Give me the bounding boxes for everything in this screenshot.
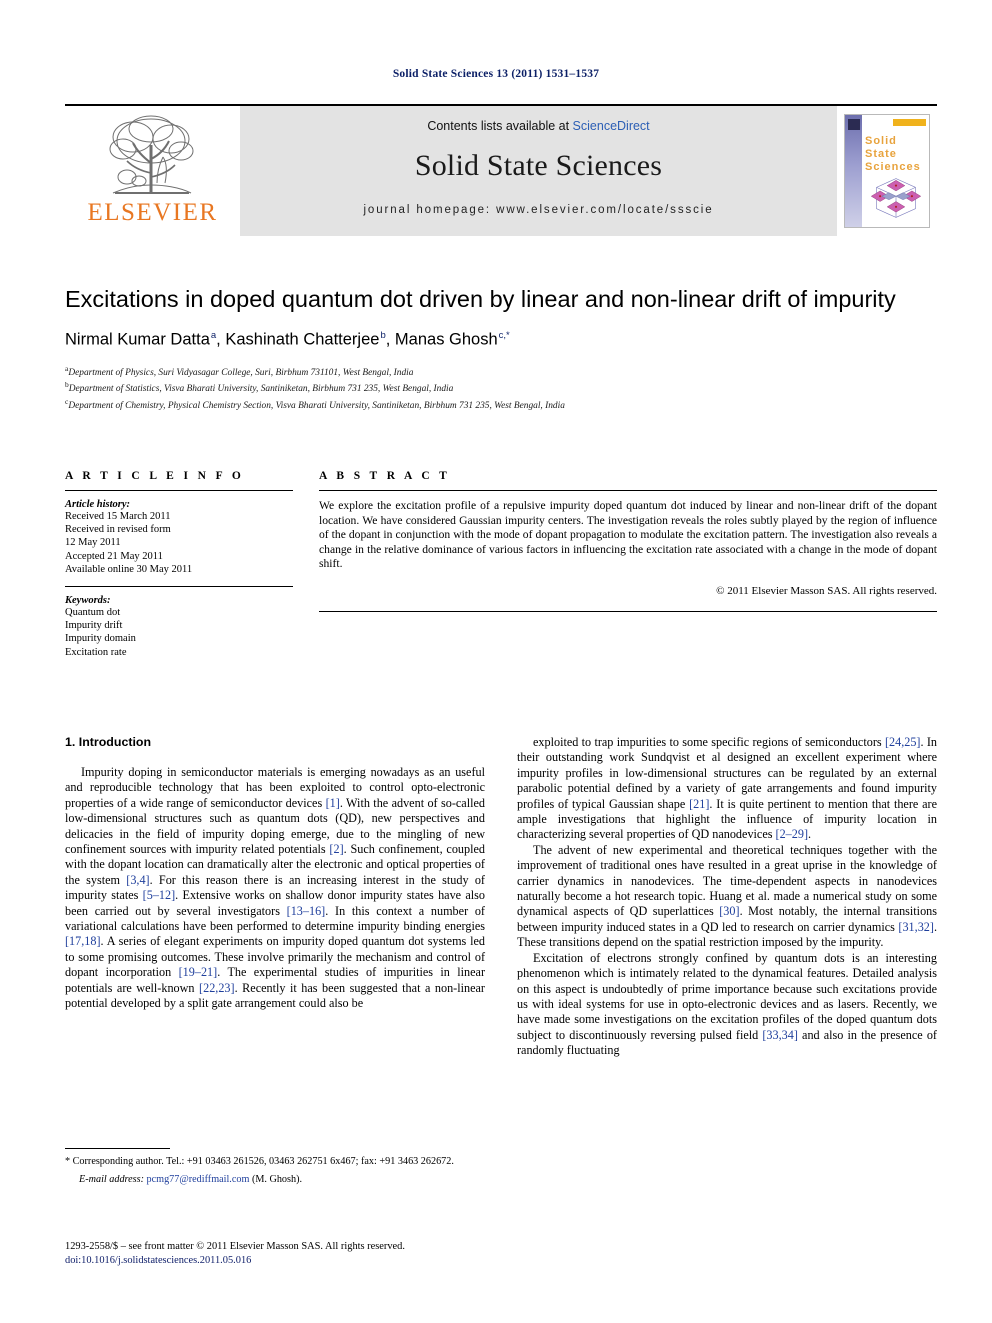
keyword-item: Impurity domain bbox=[65, 633, 136, 645]
author-list: Nirmal Kumar Dattaa, Kashinath Chatterje… bbox=[65, 330, 510, 349]
keyword-item: Excitation rate bbox=[65, 646, 127, 658]
article-history-item: Received in revised form bbox=[65, 524, 171, 536]
keyword-item: Quantum dot bbox=[65, 607, 121, 619]
journal-cover-thumbnail: Solid State Sciences bbox=[844, 114, 930, 228]
citation-reference[interactable]: [13–16] bbox=[287, 904, 326, 918]
body-paragraph: exploited to trap impurities to some spe… bbox=[517, 735, 938, 842]
doi-link[interactable]: doi:10.1016/j.solidstatesciences.2011.05… bbox=[65, 1254, 535, 1268]
citation-reference[interactable]: [22,23] bbox=[199, 981, 235, 995]
article-history-item: Available online 30 May 2011 bbox=[65, 563, 193, 575]
author-affiliation-marker: a bbox=[210, 330, 217, 341]
contents-available-line: Contents lists available at ScienceDirec… bbox=[240, 119, 837, 133]
article-history-label: Article history: bbox=[65, 499, 131, 510]
author-affiliation-marker: c,* bbox=[498, 330, 510, 341]
keywords-rule bbox=[65, 586, 293, 588]
section-heading-introduction: 1. Introduction bbox=[65, 735, 152, 749]
abstract-column: A B S T R A C T We explore the excitatio… bbox=[319, 470, 937, 659]
body-column-right: exploited to trap impurities to some spe… bbox=[517, 735, 937, 1059]
cover-badge bbox=[893, 119, 926, 126]
cover-title-line2: State bbox=[865, 148, 897, 160]
body-paragraph: Excitation of electrons strongly confine… bbox=[517, 950, 937, 1058]
email-note: E-mail address: pcmg77@rediffmail.com (M… bbox=[65, 1173, 485, 1186]
footnote-rule bbox=[65, 1148, 170, 1149]
abstract-text: We explore the excitation profile of a r… bbox=[319, 499, 937, 571]
article-info-heading: A R T I C L E I N F O bbox=[65, 470, 245, 482]
body-column-left: 1. Introduction Impurity doping in semic… bbox=[65, 735, 485, 1059]
affiliation-item: bDepartment of Statistics, Visva Bharati… bbox=[65, 379, 937, 396]
abstract-rule bbox=[319, 490, 937, 491]
cover-title-line3: Sciences bbox=[865, 161, 921, 173]
article-history-item: 12 May 2011 bbox=[65, 537, 121, 549]
elsevier-logo: ELSEVIER bbox=[65, 106, 240, 236]
journal-cover-cell: Solid State Sciences bbox=[837, 106, 937, 236]
article-info-rule bbox=[65, 490, 293, 491]
abstract-bottom-rule bbox=[319, 610, 937, 612]
crystal-structure-icon bbox=[870, 178, 922, 218]
banner-center: Contents lists available at ScienceDirec… bbox=[240, 106, 837, 236]
author-name: Kashinath Chatterjee bbox=[225, 330, 380, 349]
citation-reference[interactable]: [5–12] bbox=[143, 888, 176, 902]
affiliation-text: Department of Chemistry, Physical Chemis… bbox=[68, 401, 565, 412]
title-block: Excitations in doped quantum dot driven … bbox=[65, 284, 937, 413]
front-matter-line: 1293-2558/$ – see front matter © 2011 El… bbox=[65, 1241, 405, 1252]
author-name: Manas Ghosh bbox=[394, 330, 498, 349]
cover-title: Solid State Sciences bbox=[865, 135, 921, 174]
citation-reference[interactable]: [21] bbox=[689, 797, 709, 811]
affiliation-text: Department of Statistics, Visva Bharati … bbox=[68, 384, 454, 395]
running-head: Solid State Sciences 13 (2011) 1531–1537 bbox=[392, 68, 600, 80]
citation-reference[interactable]: [17,18] bbox=[65, 934, 101, 948]
elsevier-tree-icon bbox=[109, 115, 193, 194]
citation-reference[interactable]: [1] bbox=[326, 796, 340, 810]
sciencedirect-link[interactable]: ScienceDirect bbox=[573, 119, 650, 133]
citation-reference[interactable]: [24,25] bbox=[885, 735, 921, 749]
email-link[interactable]: pcmg77@rediffmail.com bbox=[147, 1174, 250, 1185]
info-abstract-region: A R T I C L E I N F O Article history: R… bbox=[65, 470, 937, 659]
citation-reference[interactable]: [33,34] bbox=[762, 1028, 798, 1042]
affiliation-text: Department of Physics, Suri Vidyasagar C… bbox=[68, 367, 414, 378]
affiliation-list: aDepartment of Physics, Suri Vidyasagar … bbox=[65, 363, 937, 413]
footnote-block: * Corresponding author. Tel.: +91 03463 … bbox=[65, 1148, 485, 1186]
article-history-item: Accepted 21 May 2011 bbox=[65, 550, 163, 562]
elsevier-wordmark: ELSEVIER bbox=[87, 199, 218, 226]
abstract-heading: A B S T R A C T bbox=[319, 470, 451, 482]
email-owner: (M. Ghosh). bbox=[251, 1174, 303, 1185]
contents-prefix: Contents lists available at bbox=[427, 119, 573, 133]
keywords-label: Keywords: bbox=[65, 595, 111, 607]
cover-elsevier-mark-icon bbox=[848, 119, 860, 130]
citation-reference[interactable]: [2] bbox=[329, 842, 343, 856]
abstract-copyright: © 2011 Elsevier Masson SAS. All rights r… bbox=[716, 584, 937, 597]
imprint-block: 1293-2558/$ – see front matter © 2011 El… bbox=[65, 1240, 535, 1267]
body-columns: 1. Introduction Impurity doping in semic… bbox=[65, 735, 937, 1059]
body-paragraph: Impurity doping in semiconductor materia… bbox=[65, 765, 486, 1011]
cover-spine bbox=[845, 115, 862, 227]
email-label: E-mail address: bbox=[79, 1174, 144, 1185]
journal-title: Solid State Sciences bbox=[414, 149, 663, 182]
body-paragraph: The advent of new experimental and theor… bbox=[517, 842, 937, 950]
corresponding-author-note: * Corresponding author. Tel.: +91 03463 … bbox=[65, 1156, 454, 1167]
article-history-item: Received 15 March 2011 bbox=[65, 511, 171, 522]
journal-banner: ELSEVIER Contents lists available at Sci… bbox=[65, 104, 937, 237]
author-affiliation-marker: b bbox=[380, 330, 386, 341]
citation-reference[interactable]: [3,4] bbox=[126, 873, 149, 887]
citation-reference[interactable]: [19–21] bbox=[179, 965, 218, 979]
affiliation-item: aDepartment of Physics, Suri Vidyasagar … bbox=[65, 363, 937, 380]
article-info-column: A R T I C L E I N F O Article history: R… bbox=[65, 470, 293, 659]
citation-reference[interactable]: [31,32] bbox=[898, 920, 934, 934]
author-name: Nirmal Kumar Datta bbox=[65, 330, 210, 349]
affiliation-item: cDepartment of Chemistry, Physical Chemi… bbox=[65, 396, 937, 413]
article-title: Excitations in doped quantum dot driven … bbox=[65, 286, 896, 312]
article-page: Solid State Sciences 13 (2011) 1531–1537 bbox=[0, 0, 992, 1323]
cover-title-line1: Solid bbox=[865, 135, 897, 147]
journal-homepage-link[interactable]: journal homepage: www.elsevier.com/locat… bbox=[240, 204, 837, 216]
citation-reference[interactable]: [30] bbox=[719, 904, 739, 918]
citation-reference[interactable]: [2–29] bbox=[776, 827, 809, 841]
keyword-item: Impurity drift bbox=[65, 620, 123, 632]
